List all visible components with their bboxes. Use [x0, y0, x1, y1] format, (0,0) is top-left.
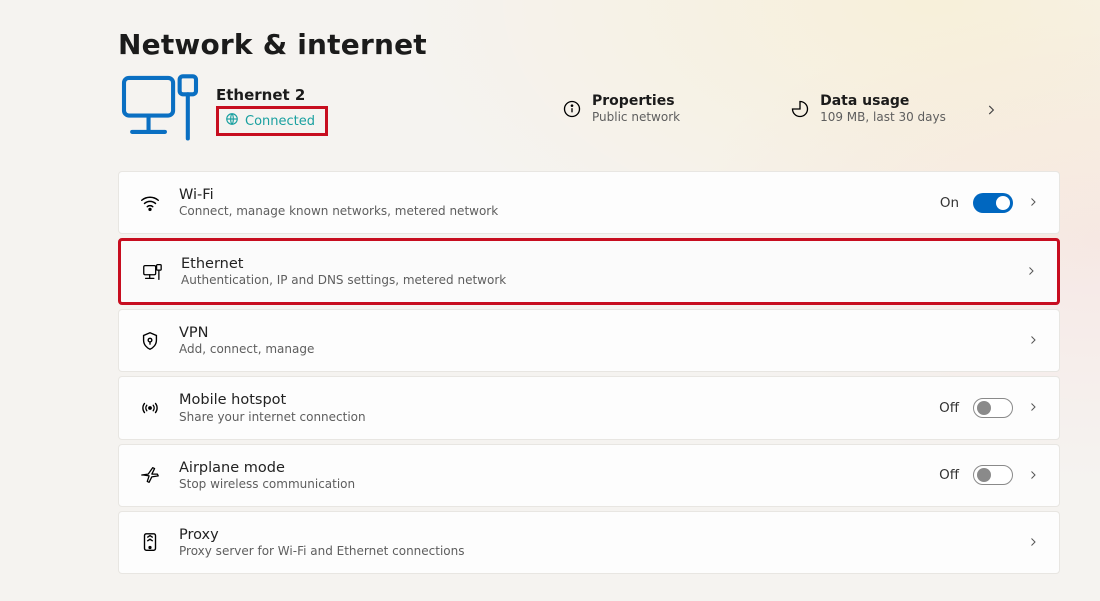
- row-proxy[interactable]: Proxy Proxy server for Wi-Fi and Etherne…: [118, 511, 1060, 574]
- properties-title: Properties: [592, 93, 680, 111]
- airplane-toggle-label: Off: [939, 467, 959, 483]
- ethernet-title: Ethernet: [181, 255, 506, 273]
- hotspot-toggle-label: Off: [939, 400, 959, 416]
- chevron-right-icon: [1025, 262, 1037, 281]
- hotspot-icon: [139, 397, 161, 419]
- wifi-toggle[interactable]: [973, 193, 1013, 213]
- page-title: Network & internet: [118, 28, 1060, 61]
- row-airplane[interactable]: Airplane mode Stop wireless communicatio…: [118, 444, 1060, 507]
- chevron-right-icon: [1027, 533, 1039, 552]
- data-usage-icon: [790, 99, 810, 119]
- connection-status-badge: Connected: [216, 106, 328, 136]
- connection-name: Ethernet 2: [216, 86, 328, 104]
- airplane-icon: [139, 464, 161, 486]
- chevron-right-icon: [984, 102, 998, 116]
- chevron-right-icon: [1027, 193, 1039, 212]
- vpn-title: VPN: [179, 324, 314, 342]
- ethernet-sub: Authentication, IP and DNS settings, met…: [181, 273, 506, 288]
- vpn-icon: [139, 330, 161, 352]
- airplane-sub: Stop wireless communication: [179, 477, 355, 492]
- properties-sub: Public network: [592, 110, 680, 125]
- chevron-right-icon: [1027, 466, 1039, 485]
- proxy-sub: Proxy server for Wi-Fi and Ethernet conn…: [179, 544, 465, 559]
- ethernet-hero-icon: [118, 73, 202, 145]
- chevron-right-icon: [1027, 398, 1039, 417]
- info-icon: [562, 99, 582, 119]
- wifi-sub: Connect, manage known networks, metered …: [179, 204, 498, 219]
- globe-icon: [225, 112, 239, 130]
- data-usage-link[interactable]: Data usage 109 MB, last 30 days: [790, 93, 998, 126]
- hotspot-title: Mobile hotspot: [179, 391, 366, 409]
- data-usage-sub: 109 MB, last 30 days: [820, 110, 946, 125]
- data-usage-title: Data usage: [820, 93, 946, 111]
- hotspot-toggle[interactable]: [973, 398, 1013, 418]
- ethernet-icon: [141, 261, 163, 283]
- row-vpn[interactable]: VPN Add, connect, manage: [118, 309, 1060, 372]
- row-ethernet[interactable]: Ethernet Authentication, IP and DNS sett…: [118, 238, 1060, 305]
- connection-summary: Ethernet 2 Connected Properties Public n…: [118, 73, 1060, 145]
- wifi-toggle-label: On: [940, 195, 959, 211]
- settings-list: Wi-Fi Connect, manage known networks, me…: [118, 171, 1060, 574]
- wifi-icon: [139, 192, 161, 214]
- vpn-sub: Add, connect, manage: [179, 342, 314, 357]
- proxy-title: Proxy: [179, 526, 465, 544]
- connection-status: Connected: [245, 114, 315, 129]
- chevron-right-icon: [1027, 331, 1039, 350]
- airplane-toggle[interactable]: [973, 465, 1013, 485]
- properties-link[interactable]: Properties Public network: [562, 93, 680, 126]
- row-hotspot[interactable]: Mobile hotspot Share your internet conne…: [118, 376, 1060, 439]
- hotspot-sub: Share your internet connection: [179, 410, 366, 425]
- airplane-title: Airplane mode: [179, 459, 355, 477]
- wifi-title: Wi-Fi: [179, 186, 498, 204]
- row-wifi[interactable]: Wi-Fi Connect, manage known networks, me…: [118, 171, 1060, 234]
- proxy-icon: [139, 531, 161, 553]
